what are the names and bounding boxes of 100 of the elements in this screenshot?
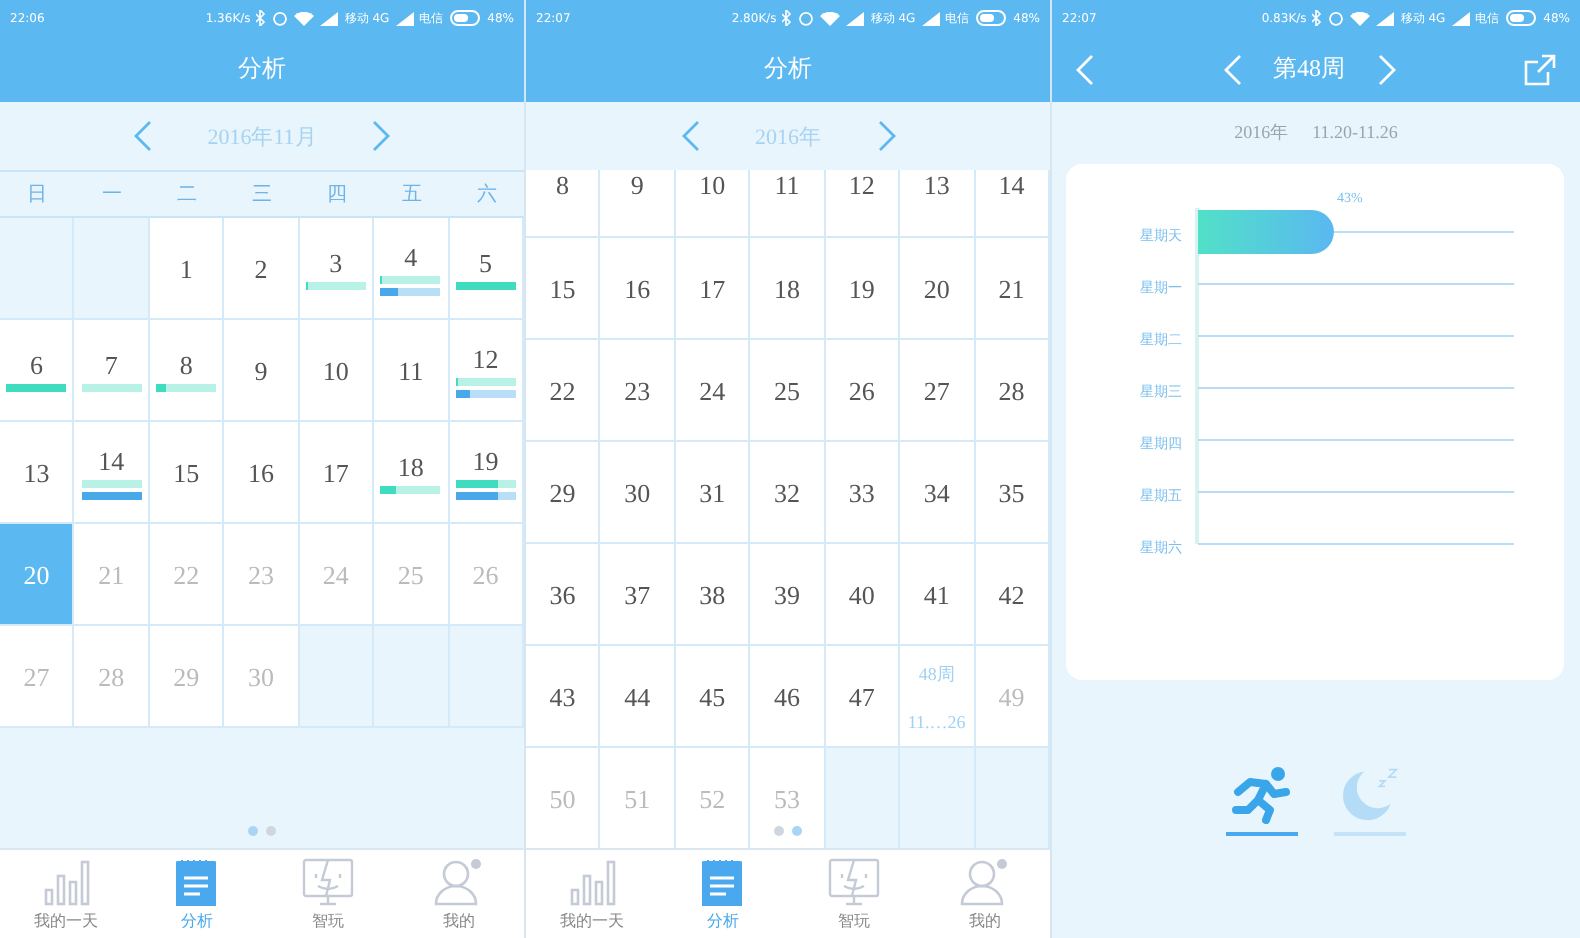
week-cell[interactable]: 37 <box>600 544 676 646</box>
week-cell[interactable]: 23 <box>600 340 676 442</box>
tab-item[interactable]: 智玩 <box>262 850 393 938</box>
screen-title: 分析 <box>764 52 812 86</box>
signal-icon <box>921 11 940 25</box>
day-cell[interactable]: 19 <box>449 422 524 524</box>
week-cell[interactable]: 14 <box>975 170 1050 238</box>
day-cell[interactable]: 12 <box>449 320 524 422</box>
weekday-label: 六 <box>474 181 499 208</box>
week-cell[interactable]: 35 <box>975 442 1050 544</box>
week-cell[interactable]: 44 <box>600 646 676 748</box>
week-number: 45 <box>699 681 726 711</box>
week-cell[interactable]: 39 <box>750 544 826 646</box>
day-cell[interactable]: 3 <box>299 218 375 320</box>
week-cell[interactable]: 12 <box>825 170 901 238</box>
tab-item[interactable]: 我的一天 <box>526 850 657 938</box>
week-cell[interactable]: 47 <box>825 646 901 748</box>
week-cell[interactable]: 42 <box>975 544 1050 646</box>
week-cell[interactable]: 16 <box>600 238 676 340</box>
day-cell[interactable]: 1 <box>149 218 225 320</box>
week-number: 28 <box>998 375 1025 405</box>
week-cell[interactable]: 22 <box>526 340 601 442</box>
day-cell[interactable]: 11 <box>374 320 450 422</box>
page-dot[interactable] <box>792 826 802 836</box>
day-cell[interactable]: 18 <box>374 422 450 524</box>
week-cell[interactable]: 31 <box>675 442 751 544</box>
year-label: 2016年 <box>1234 119 1289 145</box>
week-cell[interactable]: 43 <box>526 646 601 748</box>
day-cell[interactable]: 14 <box>74 422 150 524</box>
week-number: 24 <box>699 375 726 405</box>
week-cell[interactable]: 25 <box>750 340 826 442</box>
bar-chart-icon <box>567 858 616 906</box>
week-cell[interactable]: 24 <box>675 340 751 442</box>
week-cell[interactable]: 41 <box>900 544 976 646</box>
tab-item[interactable]: 我的一天 <box>0 850 131 938</box>
week-number: 32 <box>773 477 800 507</box>
week-cell[interactable]: 19 <box>825 238 901 340</box>
week-number: 34 <box>923 477 950 507</box>
signal-icon <box>1376 11 1395 25</box>
tab-item[interactable]: 我的 <box>919 850 1050 938</box>
week-cell[interactable]: 28 <box>975 340 1050 442</box>
back-icon[interactable] <box>1076 53 1094 85</box>
week-number: 40 <box>848 579 875 609</box>
week-cell[interactable]: 27 <box>900 340 976 442</box>
page-dot[interactable] <box>248 826 258 836</box>
week-cell[interactable]: 10 <box>675 170 751 238</box>
week-cell[interactable]: 20 <box>900 238 976 340</box>
week-cell[interactable]: 36 <box>526 544 601 646</box>
week-cell[interactable]: 46 <box>750 646 826 748</box>
week-cell[interactable]: 13 <box>900 170 976 238</box>
page-dot[interactable] <box>774 826 784 836</box>
week-cell[interactable]: 40 <box>825 544 901 646</box>
week-cell[interactable]: 8 <box>526 170 601 238</box>
day-cell[interactable]: 9 <box>224 320 300 422</box>
week-cell[interactable]: 45 <box>675 646 751 748</box>
week-cell[interactable]: 38 <box>675 544 751 646</box>
week-cell[interactable]: 34 <box>900 442 976 544</box>
mode-tab[interactable] <box>1226 764 1298 836</box>
day-number: 3 <box>329 247 343 277</box>
day-number: 25 <box>397 559 424 589</box>
week-cell[interactable]: 26 <box>825 340 901 442</box>
day-number: 23 <box>247 559 274 589</box>
chevron-left-icon[interactable] <box>133 120 152 152</box>
day-cell[interactable]: 13 <box>0 422 75 524</box>
week-number: 38 <box>699 579 726 609</box>
week-cell[interactable]: 9 <box>600 170 676 238</box>
day-number: 26 <box>472 559 499 589</box>
tab-item[interactable]: 智玩 <box>788 850 919 938</box>
chevron-left-icon[interactable] <box>681 120 699 152</box>
day-cell[interactable]: 4 <box>374 218 450 320</box>
week-number: 20 <box>923 273 950 303</box>
share-icon[interactable] <box>1524 53 1556 85</box>
chevron-right-icon[interactable] <box>372 120 391 152</box>
tab-item[interactable]: 我的 <box>393 850 524 938</box>
day-cell[interactable]: 8 <box>149 320 225 422</box>
week-cell[interactable]: 29 <box>526 442 601 544</box>
page-dot[interactable] <box>266 826 276 836</box>
day-cell[interactable]: 10 <box>299 320 375 422</box>
week-cell[interactable]: 21 <box>975 238 1050 340</box>
week-cell[interactable]: 17 <box>675 238 751 340</box>
week-number: 12 <box>848 170 875 200</box>
week-cell[interactable]: 33 <box>825 442 901 544</box>
week-cell[interactable]: 32 <box>750 442 826 544</box>
week-number: 39 <box>773 579 800 609</box>
week-cell[interactable]: 30 <box>600 442 676 544</box>
day-cell[interactable]: 2 <box>224 218 300 320</box>
chevron-right-icon[interactable] <box>877 120 895 152</box>
day-cell[interactable]: 5 <box>449 218 524 320</box>
day-cell[interactable]: 6 <box>0 320 75 422</box>
day-cell[interactable]: 7 <box>74 320 150 422</box>
week-cell[interactable]: 18 <box>750 238 826 340</box>
week-number: 21 <box>998 273 1025 303</box>
week-cell[interactable]: 15 <box>526 238 601 340</box>
day-number: 28 <box>98 661 125 691</box>
day-cell[interactable]: 16 <box>224 422 300 524</box>
day-cell[interactable]: 17 <box>299 422 375 524</box>
week-number: 47 <box>848 681 875 711</box>
week-cell[interactable]: 11 <box>750 170 826 238</box>
week-number: 36 <box>549 579 576 609</box>
day-cell[interactable]: 15 <box>149 422 225 524</box>
